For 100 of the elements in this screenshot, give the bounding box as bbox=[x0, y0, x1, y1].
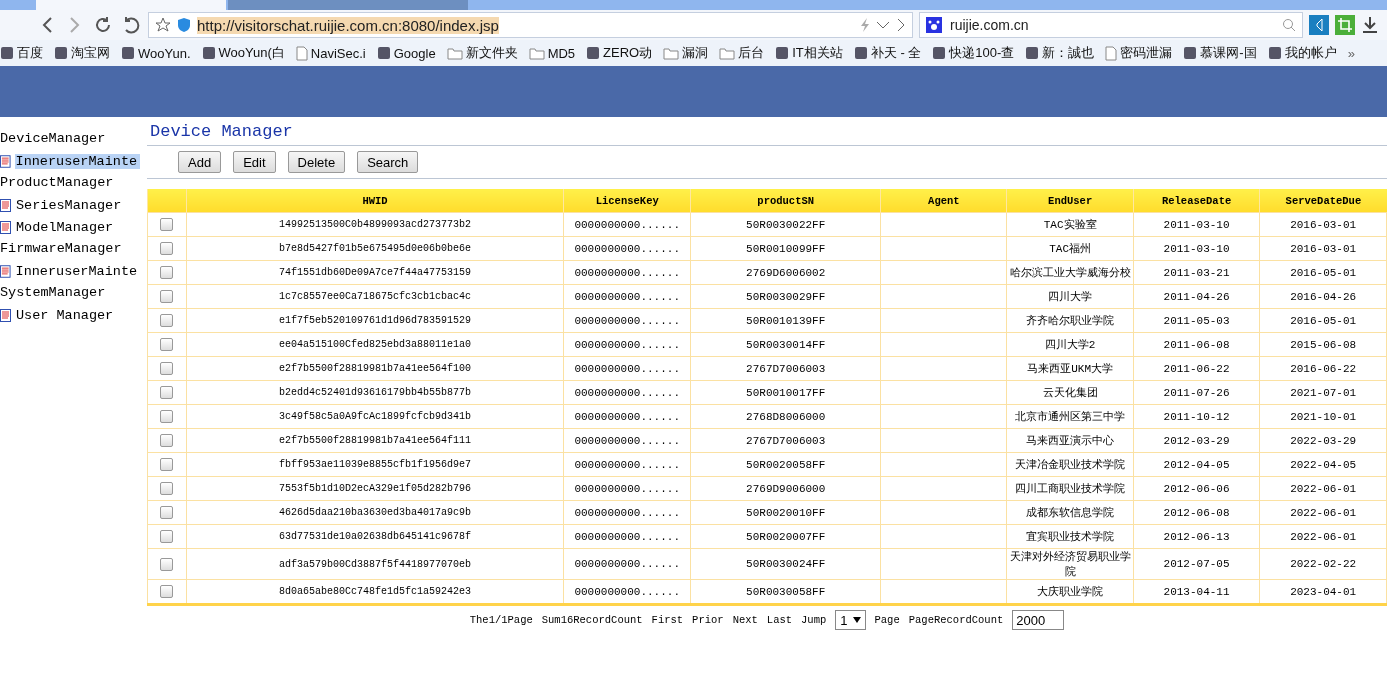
shield-icon bbox=[177, 17, 191, 33]
download-icon[interactable] bbox=[1361, 16, 1379, 34]
menu-item[interactable]: InneruserMainte: bbox=[14, 153, 140, 169]
table-cell: 2022-06-01 bbox=[1290, 506, 1357, 519]
pager-link[interactable]: Next bbox=[732, 614, 758, 626]
bookmark-item[interactable]: NaviSec.i bbox=[295, 45, 366, 61]
document-icon bbox=[0, 264, 11, 278]
row-checkbox[interactable] bbox=[160, 434, 174, 447]
bookmark-item[interactable]: Google bbox=[376, 45, 436, 61]
bookmark-item[interactable]: WooYun. bbox=[121, 45, 191, 61]
menu-group-label[interactable]: FirmwareManager bbox=[0, 238, 140, 260]
row-checkbox[interactable] bbox=[160, 585, 174, 598]
table-cell: 1c7c8557ee0Ca718675cfc3cb1cbac4c bbox=[279, 291, 472, 302]
pager-link[interactable]: Last bbox=[766, 614, 793, 626]
table-cell: 63d77531de10a02638db645141c9678f bbox=[279, 531, 472, 542]
site-icon bbox=[586, 46, 601, 60]
chevron-right-icon[interactable] bbox=[896, 18, 906, 32]
search-icon[interactable] bbox=[1282, 18, 1296, 32]
table-cell: 0000000000...... bbox=[574, 242, 681, 255]
page-select[interactable]: 1 bbox=[835, 610, 866, 630]
menu-item[interactable]: SeriesManager bbox=[15, 197, 122, 213]
menu-item[interactable]: ModelManager bbox=[15, 219, 114, 235]
bookmark-item[interactable]: ZERO动 bbox=[586, 44, 653, 62]
table-cell: 北京市通州区第三中学 bbox=[1015, 411, 1126, 423]
row-checkbox[interactable] bbox=[160, 242, 174, 255]
chevron-down-icon[interactable] bbox=[876, 20, 890, 30]
row-checkbox[interactable] bbox=[160, 410, 174, 423]
bookmark-item[interactable]: 漏洞 bbox=[663, 44, 709, 62]
more-bookmarks[interactable]: » bbox=[1347, 45, 1355, 61]
toolbar-button[interactable]: Delete bbox=[287, 151, 346, 173]
bookmark-item[interactable]: 慕课网-国 bbox=[1183, 44, 1257, 62]
bookmark-item[interactable]: 新文件夹 bbox=[446, 44, 518, 62]
bookmark-item[interactable]: 后台 bbox=[719, 44, 765, 62]
row-checkbox[interactable] bbox=[160, 338, 174, 351]
pager-link[interactable]: First bbox=[651, 614, 684, 626]
address-bar[interactable]: http://visitorschat.ruijie.com.cn:8080/index.jsp bbox=[148, 12, 913, 38]
crop-icon[interactable] bbox=[1335, 15, 1355, 35]
table-cell: 3c49f58c5a0A9fcAc1899fcfcb9d341b bbox=[279, 411, 472, 422]
folder-icon bbox=[446, 46, 463, 60]
menu-group-label[interactable]: SystemManager bbox=[0, 282, 140, 304]
table-cell: e1f7f5eb520109761d1d96d783591529 bbox=[279, 315, 472, 326]
bookmark-item[interactable]: 百度 bbox=[0, 44, 43, 62]
table-cell: 2016-03-01 bbox=[1290, 242, 1357, 255]
document-icon bbox=[0, 198, 11, 212]
table-cell: 2011-03-10 bbox=[1163, 218, 1230, 231]
table-cell: 50R0030022FF bbox=[746, 218, 826, 231]
bookmark-item[interactable]: 淘宝网 bbox=[54, 44, 110, 62]
table-cell: b7e8d5427f01b5e675495d0e06b0be6e bbox=[279, 243, 472, 254]
bookmark-item[interactable]: 新：誠也 bbox=[1025, 44, 1095, 62]
table-cell: 2016-04-26 bbox=[1290, 290, 1357, 303]
menu-group-label[interactable]: DeviceManager bbox=[0, 128, 140, 150]
row-checkbox[interactable] bbox=[160, 530, 174, 543]
site-icon bbox=[1183, 46, 1198, 60]
row-checkbox[interactable] bbox=[160, 218, 174, 231]
table-cell: 2022-03-29 bbox=[1290, 434, 1357, 447]
bookmark-item[interactable]: 快递100-查 bbox=[932, 44, 1015, 62]
site-icon bbox=[121, 46, 135, 60]
column-header: ReleaseDate bbox=[1133, 189, 1260, 213]
row-checkbox[interactable] bbox=[160, 557, 174, 571]
pager-link[interactable]: Prior bbox=[692, 614, 724, 626]
paw-icon bbox=[926, 17, 942, 33]
table-cell: 2023-04-01 bbox=[1290, 585, 1357, 598]
menu-group-label[interactable]: ProductManager bbox=[0, 172, 140, 194]
menu-item[interactable]: InneruserMainte: bbox=[14, 263, 140, 279]
column-header: LicenseKey bbox=[563, 189, 691, 213]
bookmark-item[interactable]: 补天 - 全 bbox=[853, 44, 922, 62]
row-checkbox[interactable] bbox=[160, 386, 174, 399]
record-count-field[interactable]: 2000 bbox=[1012, 610, 1065, 630]
table-cell: 2021-07-01 bbox=[1290, 386, 1357, 399]
table-cell: 2011-03-10 bbox=[1163, 242, 1230, 255]
column-header: EndUser bbox=[1007, 189, 1134, 213]
row-checkbox[interactable] bbox=[160, 506, 174, 519]
column-header: Agent bbox=[880, 189, 1007, 213]
star-icon[interactable] bbox=[155, 17, 171, 33]
bookmark-item[interactable]: IT相关站 bbox=[775, 44, 843, 62]
menu-item[interactable]: User Manager bbox=[15, 307, 114, 323]
toolbar-button[interactable]: Add bbox=[178, 151, 222, 173]
table-cell: 哈尔滨工业大学威海分校 bbox=[1009, 267, 1131, 279]
bookmark-item[interactable]: MD5 bbox=[528, 45, 576, 61]
bookmark-item[interactable]: 密码泄漏 bbox=[1105, 44, 1173, 62]
row-checkbox[interactable] bbox=[160, 362, 174, 375]
table-cell: 2016-05-01 bbox=[1290, 314, 1357, 327]
column-header: HWID bbox=[186, 189, 564, 213]
row-checkbox[interactable] bbox=[160, 290, 174, 303]
toolbar-button[interactable]: Edit bbox=[233, 151, 276, 173]
bookmark-item[interactable]: WooYun(白 bbox=[201, 44, 285, 62]
speaker-icon[interactable] bbox=[1309, 15, 1329, 35]
table-cell: e2f7b5500f28819981b7a41ee564f111 bbox=[279, 435, 472, 446]
row-checkbox[interactable] bbox=[160, 482, 174, 495]
table-cell: 2012-06-13 bbox=[1163, 530, 1230, 543]
toolbar-button[interactable]: Search bbox=[357, 151, 419, 173]
table-cell: 50R0020010FF bbox=[746, 506, 826, 519]
search-field[interactable]: ruijie.com.cn bbox=[919, 12, 1303, 38]
table-cell: TAC实验室 bbox=[1043, 219, 1097, 231]
table-cell: 2016-03-01 bbox=[1290, 218, 1357, 231]
bookmark-item[interactable]: 我的帐户 bbox=[1267, 44, 1337, 62]
row-checkbox[interactable] bbox=[160, 314, 174, 327]
page-title: Device Manager bbox=[147, 117, 1387, 146]
row-checkbox[interactable] bbox=[160, 266, 174, 279]
row-checkbox[interactable] bbox=[160, 458, 174, 471]
